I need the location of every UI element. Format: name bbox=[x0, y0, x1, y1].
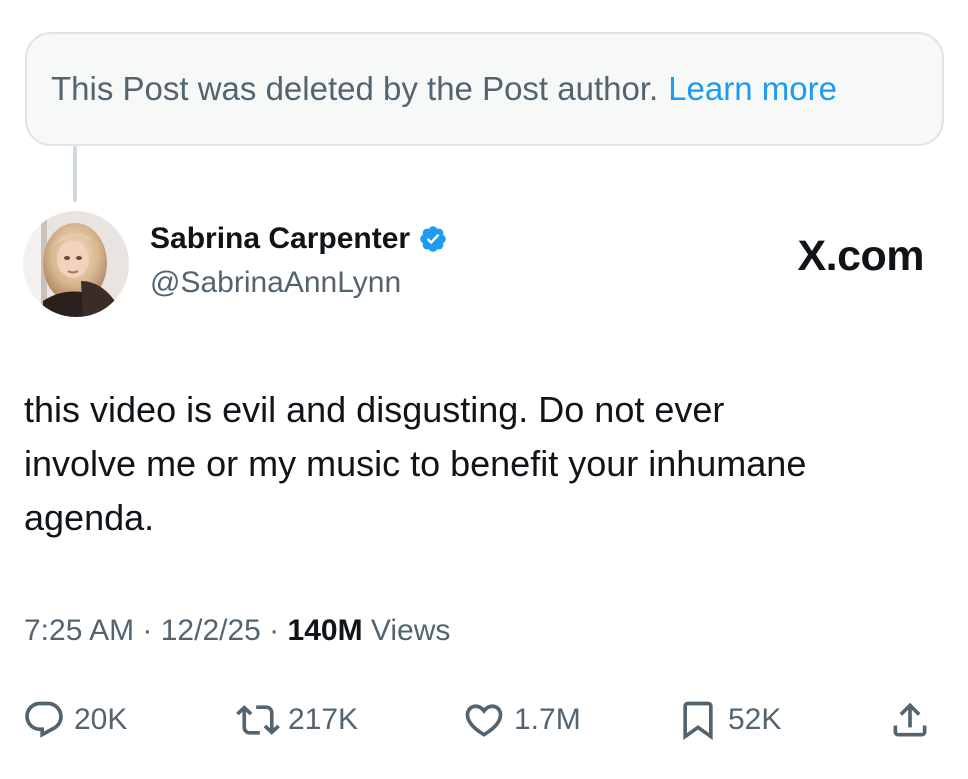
reply-count: 20K bbox=[74, 703, 128, 736]
author-name-row[interactable]: Sabrina Carpenter bbox=[150, 222, 448, 256]
post-text-line: involve me or my music to benefit your i… bbox=[24, 443, 807, 484]
repost-button[interactable]: 217K bbox=[236, 690, 358, 750]
share-icon bbox=[893, 702, 927, 737]
bookmark-button[interactable]: 52K bbox=[676, 690, 781, 750]
reply-button[interactable]: 20K bbox=[22, 690, 127, 750]
avatar[interactable] bbox=[23, 211, 129, 317]
bookmark-icon bbox=[683, 701, 713, 741]
x-com-watermark: X.com bbox=[797, 232, 924, 280]
like-count: 1.7M bbox=[514, 703, 581, 736]
verified-badge-icon bbox=[418, 224, 448, 254]
post-text-line: agenda. bbox=[24, 497, 155, 538]
repost-icon bbox=[236, 705, 280, 735]
author-handle[interactable]: @SabrinaAnnLynn bbox=[150, 266, 401, 300]
post-time[interactable]: 7:25 AM bbox=[24, 614, 134, 648]
share-button[interactable] bbox=[888, 690, 932, 750]
author-name[interactable]: Sabrina Carpenter bbox=[150, 222, 410, 256]
avatar-photo bbox=[23, 211, 129, 317]
post-text-line: this video is evil and disgusting. Do no… bbox=[24, 389, 725, 430]
post-body: this video is evil and disgusting. Do no… bbox=[24, 383, 944, 545]
like-button[interactable]: 1.7M bbox=[462, 690, 581, 750]
action-bar: 20K 217K 1.7M 52K bbox=[0, 690, 968, 750]
meta-separator: · bbox=[134, 614, 161, 647]
repost-count: 217K bbox=[288, 703, 359, 736]
post-date[interactable]: 12/2/25 bbox=[161, 614, 261, 648]
bookmark-count: 52K bbox=[728, 703, 782, 736]
deleted-post-notice: This Post was deleted by the Post author… bbox=[25, 32, 944, 146]
reply-icon bbox=[25, 701, 63, 738]
learn-more-link[interactable]: Learn more bbox=[668, 70, 837, 108]
views-label: Views bbox=[370, 614, 451, 647]
meta-separator: · bbox=[260, 614, 288, 647]
views-count: 140M bbox=[287, 614, 363, 647]
deleted-notice-text: This Post was deleted by the Post author… bbox=[51, 70, 659, 107]
meta-separator bbox=[363, 614, 371, 648]
thread-connector-line bbox=[73, 146, 77, 202]
like-icon bbox=[465, 704, 503, 737]
post-detail-screenshot: This Post was deleted by the Post author… bbox=[0, 0, 968, 779]
post-meta: 7:25 AM · 12/2/25 · 140M Views bbox=[24, 614, 450, 648]
